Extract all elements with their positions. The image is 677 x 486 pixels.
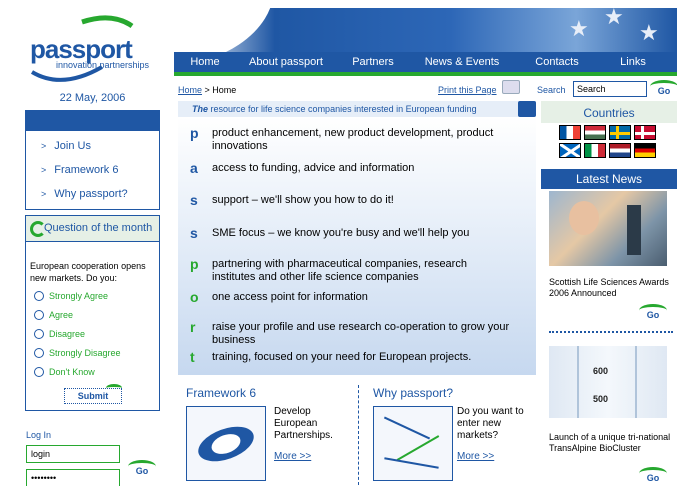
poll-option-disagree[interactable]: Disagree [34, 326, 159, 341]
poll-title: Question of the month [44, 222, 153, 234]
feature-title: Why passport? [373, 386, 454, 400]
chevron-right-icon: > [41, 165, 47, 175]
netherlands-flag-icon[interactable] [609, 143, 631, 158]
search-input[interactable]: Search [573, 81, 647, 97]
password-field[interactable]: •••••••• [26, 469, 120, 486]
search-go-button[interactable]: Go [650, 80, 677, 100]
feature-more-link[interactable]: More >> [274, 451, 311, 462]
breadcrumb-home-link[interactable]: Home [178, 85, 202, 95]
tagline-emphasis: The [192, 104, 209, 114]
hungary-flag-icon[interactable] [584, 125, 606, 140]
nav-links[interactable]: Links [600, 52, 666, 72]
nav-accent-bar [174, 72, 677, 76]
news-caption[interactable]: Launch of a unique tri-national TransAlp… [549, 432, 673, 454]
scientist-figure [569, 201, 599, 235]
left-nav-why-passport[interactable]: > Why passport? [26, 185, 159, 209]
chevron-right-icon: > [41, 141, 47, 151]
arrow-line [396, 435, 440, 461]
news-go-button[interactable]: Go [639, 304, 667, 324]
poll-option-strongly-disagree[interactable]: Strongly Disagree [34, 345, 159, 360]
feature-title: Framework 6 [186, 386, 257, 400]
radio-button[interactable] [34, 309, 44, 320]
denmark-flag-icon[interactable] [634, 125, 656, 140]
poll-question: European cooperation opens new markets. … [30, 261, 146, 283]
login-label: Log In [26, 430, 52, 440]
banner-swoosh [174, 8, 274, 52]
poll-option-dont-know[interactable]: Don't Know [34, 364, 159, 379]
news-divider [549, 331, 673, 333]
radio-button[interactable] [34, 290, 44, 301]
germany-flag-icon[interactable] [634, 143, 656, 158]
italy-flag-icon[interactable] [584, 143, 606, 158]
microscope-shape [627, 205, 641, 255]
tagline: The resource for life science companies … [178, 101, 536, 117]
news-caption[interactable]: Scottish Life Sciences Awards 2006 Annou… [549, 277, 673, 299]
right-column: Countries Latest News Scottish Life Scie… [541, 101, 677, 486]
arrow-line [384, 457, 439, 469]
radio-button[interactable] [34, 328, 44, 339]
left-nav-box: > Join Us > Framework 6 > Why passport? [25, 110, 160, 210]
cylinder-shape [577, 346, 637, 418]
header-banner: ★ ★ ★ [174, 8, 677, 52]
feature-text: Do you want to enter new markets? [457, 406, 524, 441]
search-label: Search [537, 85, 566, 95]
nav-contacts[interactable]: Contacts [514, 52, 600, 72]
eu-stars-icon [518, 101, 536, 117]
poll-header: Question of the month [26, 216, 159, 242]
poll-option-strongly-agree[interactable]: Strongly Agree [34, 288, 159, 303]
poll-submit-button[interactable]: Submit [64, 388, 122, 404]
cylinder-mark: 600 [593, 366, 609, 376]
chevron-right-icon: > [41, 189, 47, 199]
news-go-button[interactable]: Go [639, 467, 667, 486]
main-nav: Home About passport Partners News & Even… [174, 52, 677, 72]
feature-framework-6: Framework 6 Develop European Partnership… [178, 380, 356, 486]
current-date: 22 May, 2006 [59, 92, 126, 104]
star-icon: ★ [604, 8, 624, 29]
country-flags [559, 125, 659, 158]
passport-acrostic: p product enhancement, new product develo… [178, 117, 536, 375]
feature-why-passport: Why passport? Do you want to enter new m… [365, 380, 537, 486]
tagline-text: resource for life science companies inte… [208, 104, 477, 114]
left-nav-join-us[interactable]: > Join Us [26, 137, 159, 161]
radio-button[interactable] [34, 366, 44, 377]
left-nav-framework-6[interactable]: > Framework 6 [26, 161, 159, 185]
star-icon: ★ [569, 16, 589, 41]
printer-icon[interactable] [502, 80, 520, 94]
cylinder-mark: 500 [593, 394, 609, 404]
nav-news-events[interactable]: News & Events [410, 52, 514, 72]
logo-tagline: innovation partnerships [56, 60, 150, 70]
nav-home[interactable]: Home [174, 52, 236, 72]
framework-6-logo[interactable] [186, 406, 266, 481]
arrow-line [383, 416, 431, 440]
username-field[interactable]: login [26, 445, 120, 463]
nav-partners[interactable]: Partners [336, 52, 410, 72]
print-page-link[interactable]: Print this Page [438, 85, 497, 95]
feature-divider [358, 385, 359, 485]
breadcrumb: Home > Home [178, 85, 236, 95]
latest-news-title: Latest News [541, 169, 677, 189]
star-icon: ★ [639, 20, 659, 45]
feature-text: Develop European Partnerships. [274, 406, 333, 441]
breadcrumb-current: > Home [202, 85, 237, 95]
news-image-lab-scientist[interactable] [549, 191, 667, 266]
left-nav-header-bar [26, 111, 159, 131]
poll-option-agree[interactable]: Agree [34, 307, 159, 322]
login-go-button[interactable]: Go [128, 460, 156, 480]
nav-about-passport[interactable]: About passport [236, 52, 336, 72]
countries-title: Countries [541, 101, 677, 123]
why-passport-image[interactable] [373, 406, 453, 481]
poll-box: Question of the month European cooperati… [25, 215, 160, 411]
passport-logo[interactable]: passport innovation partnerships [22, 12, 172, 82]
sweden-flag-icon[interactable] [609, 125, 631, 140]
scotland-flag-icon[interactable] [559, 143, 581, 158]
france-flag-icon[interactable] [559, 125, 581, 140]
news-image-cylinder[interactable]: 600 500 [549, 346, 667, 418]
radio-button[interactable] [34, 347, 44, 358]
feature-more-link[interactable]: More >> [457, 451, 494, 462]
